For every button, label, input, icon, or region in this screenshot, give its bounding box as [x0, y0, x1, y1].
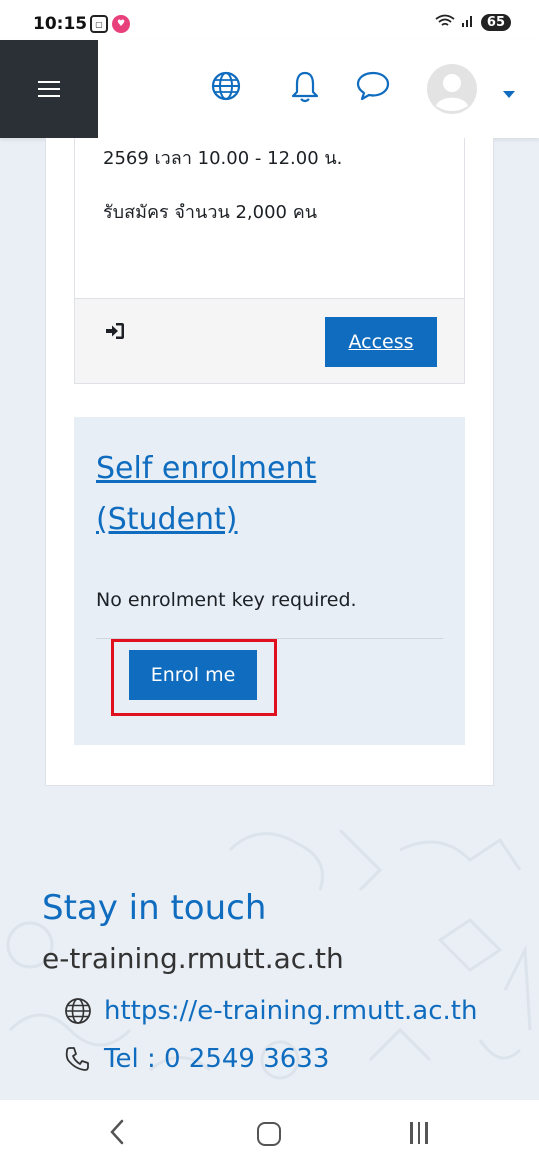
footer-website-row: https://e-training.rmutt.ac.th: [64, 996, 477, 1026]
globe-icon: [211, 71, 241, 101]
app-notification-icon: ♥: [112, 15, 130, 33]
enrolment-key-note: No enrolment key required.: [96, 589, 357, 611]
user-menu-toggle[interactable]: [503, 84, 515, 103]
chat-icon: [356, 71, 390, 101]
course-description-line: 2569 เวลา 10.00 - 12.00 น.: [103, 148, 343, 169]
user-menu-button[interactable]: [427, 64, 477, 118]
status-time: 10:15: [33, 14, 88, 34]
access-button[interactable]: Access: [325, 317, 437, 367]
system-navigation-bar: [0, 1100, 539, 1167]
menu-button[interactable]: [0, 40, 98, 138]
wifi-icon: [435, 14, 455, 31]
signal-icon: [461, 14, 475, 31]
bell-icon: [291, 71, 319, 103]
footer-website-link[interactable]: https://e-training.rmutt.ac.th: [104, 996, 477, 1026]
page-footer: Stay in touch e-training.rmutt.ac.th htt…: [0, 830, 539, 1100]
recent-apps-icon: [410, 1122, 413, 1144]
avatar: [427, 64, 477, 114]
screenshot-icon: ▢: [90, 15, 108, 33]
self-enrolment-panel: Self enrolment (Student) No enrolment ke…: [74, 417, 465, 745]
home-button[interactable]: [257, 1122, 281, 1146]
status-bar: 10:15 ▢ ♥ 65: [0, 0, 539, 40]
back-button[interactable]: [108, 1118, 126, 1150]
notifications-button[interactable]: [290, 70, 320, 108]
enrol-me-button[interactable]: Enrol me: [129, 650, 257, 700]
enrolment-method-title[interactable]: Self enrolment (Student): [96, 443, 436, 545]
recent-apps-button[interactable]: [410, 1122, 428, 1144]
battery-indicator: 65: [480, 14, 511, 31]
footer-site-name: e-training.rmutt.ac.th: [42, 942, 344, 975]
footer-phone-link[interactable]: Tel : 0 2549 3633: [104, 1044, 329, 1074]
phone-icon: [65, 1047, 89, 1071]
globe-icon: [65, 998, 91, 1024]
back-icon: [110, 1119, 124, 1145]
footer-phone-row: Tel : 0 2549 3633: [64, 1044, 329, 1074]
course-description-line: รับสมัคร จำนวน 2,000 คน: [103, 202, 318, 223]
hamburger-icon: [38, 81, 60, 97]
footer-heading: Stay in touch: [42, 888, 267, 928]
top-navbar: [0, 40, 539, 138]
login-icon: [105, 321, 125, 345]
card-footer: Access: [75, 298, 464, 383]
messages-button[interactable]: [356, 70, 390, 106]
language-button[interactable]: [210, 70, 242, 106]
chevron-down-icon: [503, 91, 515, 98]
